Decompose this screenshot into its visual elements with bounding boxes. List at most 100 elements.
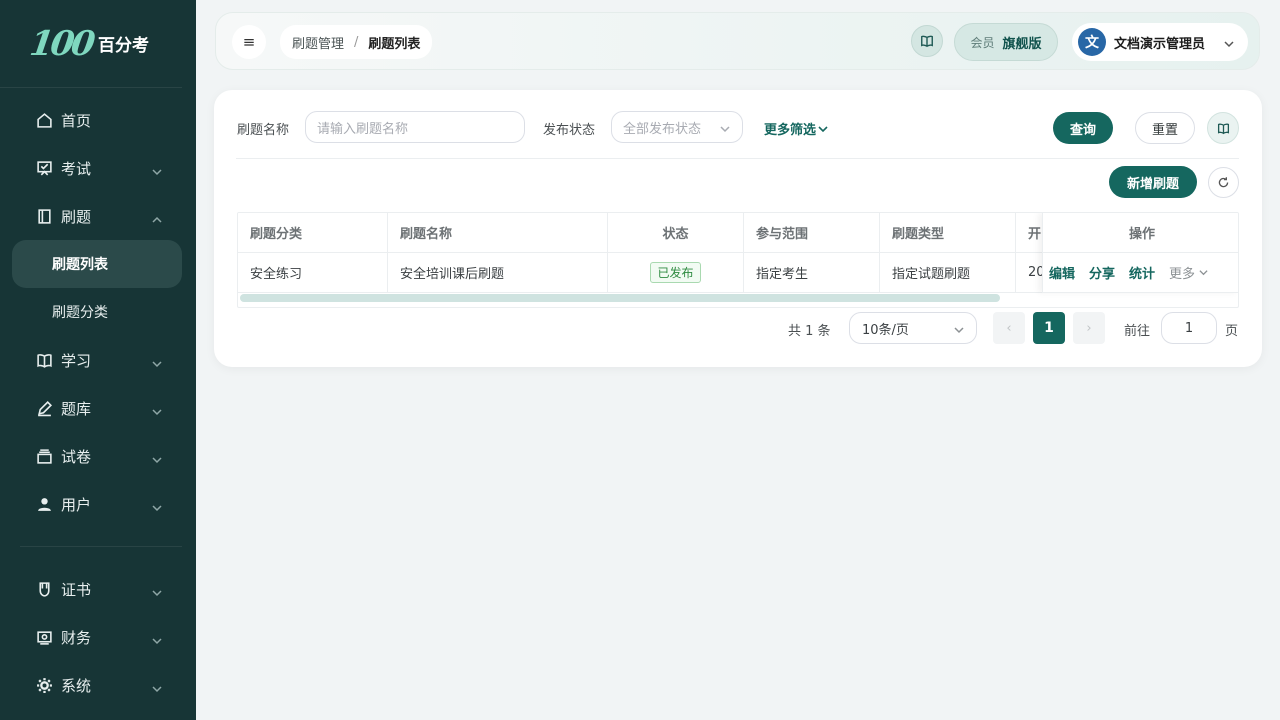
- membership-badge[interactable]: 会员 旗舰版: [954, 23, 1058, 61]
- chevron-down-icon: [152, 632, 162, 645]
- goto-label: 前往: [1124, 324, 1151, 339]
- sidebar-item-label: 财务: [61, 628, 92, 647]
- menu-icon: ≡: [242, 33, 256, 51]
- share-link[interactable]: 分享: [1089, 263, 1115, 282]
- chevron-down-icon: [152, 355, 162, 368]
- add-practice-button[interactable]: 新增刷题: [1109, 166, 1197, 198]
- sidebar-item-finance[interactable]: 财务: [0, 613, 196, 661]
- chevron-down-icon: [152, 451, 162, 464]
- page-size-select[interactable]: 10条/页: [849, 312, 977, 344]
- sidebar-item-users[interactable]: 用户: [0, 480, 196, 528]
- status-badge: 已发布: [650, 262, 701, 283]
- sidebar-divider: [20, 546, 182, 547]
- more-actions-dropdown[interactable]: 更多: [1169, 263, 1208, 282]
- column-header-scope[interactable]: 参与范围: [744, 213, 880, 253]
- chevron-down-icon: [1195, 268, 1208, 277]
- pen-icon: [35, 399, 53, 417]
- cell-type: 指定试题刷题: [880, 253, 1016, 293]
- exam-icon: [35, 159, 53, 177]
- stats-link[interactable]: 统计: [1129, 263, 1155, 282]
- breadcrumb-item-practice-management[interactable]: 刷题管理: [292, 33, 344, 52]
- sidebar-subitem-label: 刷题分类: [52, 305, 108, 321]
- practice-icon: [35, 207, 53, 225]
- chevron-down-icon: [1224, 37, 1234, 53]
- sidebar-item-label: 试卷: [61, 447, 92, 466]
- cell-category: 安全练习: [238, 253, 388, 293]
- home-icon: [35, 111, 53, 129]
- row-actions: 编辑 分享 统计 更多: [1043, 253, 1238, 293]
- name-search-input[interactable]: 请输入刷题名称: [305, 111, 525, 143]
- avatar: 文: [1078, 28, 1106, 56]
- chevron-down-icon: [152, 403, 162, 416]
- sidebar-item-exam[interactable]: 考试: [0, 144, 196, 192]
- status-select-placeholder: 全部发布状态: [623, 121, 702, 137]
- cell-scope: 指定考生: [744, 253, 880, 293]
- sidebar-item-label: 系统: [61, 676, 92, 695]
- user-menu[interactable]: 文 文档演示管理员: [1072, 23, 1248, 61]
- query-button[interactable]: 查询: [1053, 112, 1113, 144]
- breadcrumb-item-practice-list: 刷题列表: [368, 36, 421, 52]
- name-filter-label: 刷题名称: [237, 123, 290, 138]
- sidebar-item-papers[interactable]: 试卷: [0, 432, 196, 480]
- sidebar-item-label: 用户: [61, 495, 92, 514]
- refresh-icon: [1217, 176, 1230, 189]
- column-settings-button[interactable]: [1207, 112, 1239, 144]
- page-size-value: 10条/页: [862, 322, 909, 338]
- page-suffix-label: 页: [1225, 324, 1239, 339]
- next-page-button[interactable]: ›: [1073, 312, 1105, 344]
- edit-link[interactable]: 编辑: [1049, 263, 1075, 282]
- chevron-down-icon: [152, 680, 162, 693]
- member-tier: 旗舰版: [1002, 36, 1042, 52]
- sidebar-item-label: 学习: [61, 351, 92, 370]
- page-number-current[interactable]: 1: [1033, 312, 1065, 344]
- book-icon: [920, 34, 934, 48]
- more-actions-label: 更多: [1169, 267, 1196, 282]
- column-header-category[interactable]: 刷题分类: [238, 213, 388, 253]
- member-label: 会员: [970, 35, 995, 50]
- sidebar: 100 百分考 首页 考试 刷题 刷题列表 刷题分类 学习 题库 试卷 用户 证…: [0, 0, 196, 720]
- chevron-down-icon: [954, 324, 964, 339]
- user-name: 文档演示管理员: [1114, 36, 1206, 52]
- main-card: 刷题名称 请输入刷题名称 发布状态 全部发布状态 更多筛选 查询 重置 新增刷题…: [214, 90, 1262, 367]
- chevron-down-icon: [152, 163, 162, 176]
- sidebar-item-certificate[interactable]: 证书: [0, 565, 196, 613]
- status-select[interactable]: 全部发布状态: [611, 111, 743, 143]
- sidebar-item-system[interactable]: 系统: [0, 661, 196, 709]
- brand-name: 百分考: [98, 36, 149, 56]
- cell-status: 已发布: [608, 253, 744, 293]
- docs-button[interactable]: [911, 25, 943, 57]
- book-icon: [1217, 122, 1230, 135]
- sidebar-nav: 首页 考试 刷题 刷题列表 刷题分类 学习 题库 试卷 用户 证书 财务 系统: [0, 96, 196, 709]
- sidebar-item-study[interactable]: 学习: [0, 336, 196, 384]
- sidebar-item-label: 考试: [61, 159, 92, 178]
- column-header-status[interactable]: 状态: [608, 213, 744, 253]
- book-icon: [35, 351, 53, 369]
- chevron-down-icon: [816, 124, 828, 134]
- chevron-down-icon: [720, 123, 730, 138]
- reset-button[interactable]: 重置: [1135, 112, 1195, 144]
- sidebar-item-practice[interactable]: 刷题: [0, 192, 196, 240]
- sidebar-subitem-label: 刷题列表: [52, 257, 108, 273]
- sidebar-subitem-practice-list[interactable]: 刷题列表: [12, 240, 182, 288]
- column-header-type[interactable]: 刷题类型: [880, 213, 1016, 253]
- actions-column: 操作 编辑 分享 统计 更多: [1042, 213, 1238, 293]
- more-filters-toggle[interactable]: 更多筛选: [764, 119, 828, 138]
- column-header-name[interactable]: 刷题名称: [388, 213, 608, 253]
- goto-page-input[interactable]: 1: [1161, 312, 1217, 344]
- menu-toggle-button[interactable]: ≡: [232, 25, 266, 59]
- chevron-down-icon: [152, 499, 162, 512]
- sidebar-item-question-bank[interactable]: 题库: [0, 384, 196, 432]
- sidebar-item-home[interactable]: 首页: [0, 96, 196, 144]
- gear-icon: [35, 676, 53, 694]
- refresh-button[interactable]: [1208, 167, 1239, 198]
- logo[interactable]: 100 百分考: [0, 0, 182, 88]
- sidebar-item-label: 题库: [61, 399, 92, 418]
- filter-divider: [236, 158, 1239, 159]
- status-filter-label: 发布状态: [543, 123, 596, 138]
- breadcrumb-separator: /: [354, 34, 359, 50]
- table-horizontal-scrollbar[interactable]: [240, 294, 1000, 302]
- column-header-actions: 操作: [1043, 213, 1238, 253]
- sidebar-item-label: 刷题: [61, 207, 92, 226]
- sidebar-subitem-practice-category[interactable]: 刷题分类: [0, 288, 196, 336]
- prev-page-button[interactable]: ‹: [993, 312, 1025, 344]
